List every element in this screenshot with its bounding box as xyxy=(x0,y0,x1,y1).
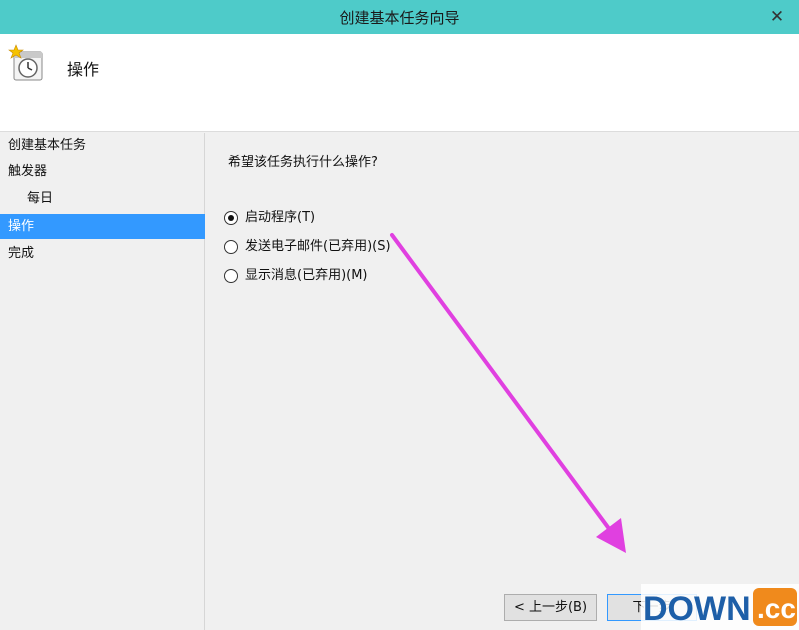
radio-label[interactable]: 启动程序(T) xyxy=(245,207,315,229)
title-bar: 创建基本任务向导 ✕ xyxy=(0,0,799,34)
sidebar-item-finish[interactable]: 完成 xyxy=(0,241,205,266)
sidebar-item-trigger[interactable]: 触发器 xyxy=(0,159,205,184)
main-panel: 希望该任务执行什么操作? 启动程序(T) 发送电子邮件(已弃用)(S) 显示消息… xyxy=(206,133,799,630)
wizard-header: 操作 xyxy=(0,34,799,132)
sidebar-item-action[interactable]: 操作 xyxy=(0,214,205,239)
svg-text:DOWN: DOWN xyxy=(643,590,751,628)
wizard-steps-sidebar: 创建基本任务 触发器 每日 操作 完成 xyxy=(0,133,205,630)
down-cc-watermark-logo: DOWN .cc xyxy=(641,584,799,630)
task-scheduler-icon xyxy=(8,44,43,81)
radio-label[interactable]: 显示消息(已弃用)(M) xyxy=(245,265,368,287)
radio-button[interactable] xyxy=(224,269,238,283)
back-button[interactable]: < 上一步(B) xyxy=(504,594,597,621)
window-title: 创建基本任务向导 xyxy=(339,9,460,27)
action-question: 希望该任务执行什么操作? xyxy=(228,155,378,170)
svg-text:.cc: .cc xyxy=(757,593,796,624)
radio-label[interactable]: 发送电子邮件(已弃用)(S) xyxy=(245,236,391,258)
radio-button-checked[interactable] xyxy=(224,211,238,225)
radio-button[interactable] xyxy=(224,240,238,254)
sidebar-item-daily[interactable]: 每日 xyxy=(0,186,205,211)
close-icon[interactable]: ✕ xyxy=(765,5,789,29)
sidebar-item-create-task[interactable]: 创建基本任务 xyxy=(0,133,205,158)
page-heading: 操作 xyxy=(67,60,100,79)
